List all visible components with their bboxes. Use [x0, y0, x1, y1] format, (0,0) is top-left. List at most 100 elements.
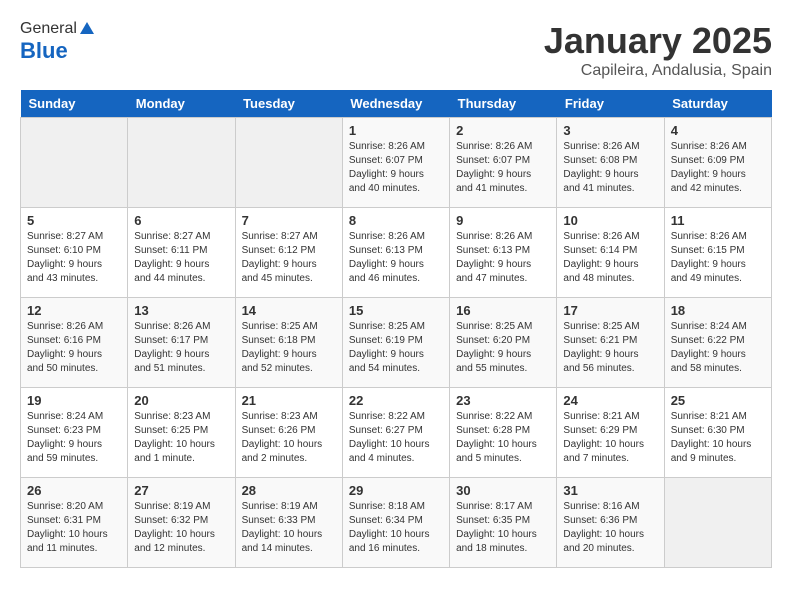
day-number: 3	[563, 123, 657, 138]
day-number: 1	[349, 123, 443, 138]
day-number: 7	[242, 213, 336, 228]
calendar-cell	[235, 118, 342, 208]
calendar-cell: 29 Sunrise: 8:18 AM Sunset: 6:34 PM Dayli…	[342, 478, 449, 568]
day-info: Sunrise: 8:22 AM Sunset: 6:27 PM Dayligh…	[349, 410, 443, 466]
calendar-week-4: 19 Sunrise: 8:24 AM Sunset: 6:23 PM Dayli…	[21, 388, 772, 478]
day-number: 2	[456, 123, 550, 138]
day-info: Sunrise: 8:26 AM Sunset: 6:13 PM Dayligh…	[456, 230, 550, 286]
day-info: Sunrise: 8:23 AM Sunset: 6:26 PM Dayligh…	[242, 410, 336, 466]
day-number: 26	[27, 483, 121, 498]
calendar-cell: 31Sunrise: 8:16 AM Sunset: 6:36 PM Dayli…	[557, 478, 664, 568]
day-number: 9	[456, 213, 550, 228]
day-number: 5	[27, 213, 121, 228]
month-title: January 2025	[544, 20, 772, 62]
day-info: Sunrise: 8:27 AM Sunset: 6:10 PM Dayligh…	[27, 230, 121, 286]
day-info: Sunrise: 8:26 AM Sunset: 6:14 PM Dayligh…	[563, 230, 657, 286]
calendar-cell: 13 Sunrise: 8:26 AM Sunset: 6:17 PM Dayli…	[128, 298, 235, 388]
location-subtitle: Capileira, Andalusia, Spain	[544, 62, 772, 80]
title-block: January 2025 Capileira, Andalusia, Spain	[544, 20, 772, 80]
calendar-cell: 4Sunrise: 8:26 AM Sunset: 6:09 PM Daylig…	[664, 118, 771, 208]
calendar-cell	[128, 118, 235, 208]
day-number: 17	[563, 303, 657, 318]
calendar-cell: 20Sunrise: 8:23 AM Sunset: 6:25 PM Dayli…	[128, 388, 235, 478]
calendar-week-5: 26 Sunrise: 8:20 AM Sunset: 6:31 PM Dayli…	[21, 478, 772, 568]
page-header: General Blue January 2025 Capileira, And…	[20, 20, 772, 80]
day-number: 6	[134, 213, 228, 228]
calendar-header: Sunday Monday Tuesday Wednesday Thursday…	[21, 90, 772, 118]
day-info: Sunrise: 8:27 AM Sunset: 6:11 PM Dayligh…	[134, 230, 228, 286]
calendar-cell: 8 Sunrise: 8:26 AM Sunset: 6:13 PM Daylig…	[342, 208, 449, 298]
calendar-cell: 28 Sunrise: 8:19 AM Sunset: 6:33 PM Dayli…	[235, 478, 342, 568]
day-number: 13	[134, 303, 228, 318]
header-wednesday: Wednesday	[342, 90, 449, 118]
calendar-cell: 22Sunrise: 8:22 AM Sunset: 6:27 PM Dayli…	[342, 388, 449, 478]
day-number: 10	[563, 213, 657, 228]
logo-general-text: General	[20, 20, 77, 38]
day-info: Sunrise: 8:16 AM Sunset: 6:36 PM Dayligh…	[563, 500, 657, 556]
day-number: 25	[671, 393, 765, 408]
day-number: 27	[134, 483, 228, 498]
calendar-cell: 6 Sunrise: 8:27 AM Sunset: 6:11 PM Daylig…	[128, 208, 235, 298]
calendar-cell: 15 Sunrise: 8:25 AM Sunset: 6:19 PM Dayli…	[342, 298, 449, 388]
calendar-cell: 11Sunrise: 8:26 AM Sunset: 6:15 PM Dayli…	[664, 208, 771, 298]
day-info: Sunrise: 8:26 AM Sunset: 6:08 PM Dayligh…	[563, 140, 657, 196]
day-info: Sunrise: 8:26 AM Sunset: 6:13 PM Dayligh…	[349, 230, 443, 286]
day-info: Sunrise: 8:25 AM Sunset: 6:18 PM Dayligh…	[242, 320, 336, 376]
calendar-cell: 3 Sunrise: 8:26 AM Sunset: 6:08 PM Daylig…	[557, 118, 664, 208]
day-info: Sunrise: 8:26 AM Sunset: 6:15 PM Dayligh…	[671, 230, 765, 286]
day-info: Sunrise: 8:24 AM Sunset: 6:23 PM Dayligh…	[27, 410, 121, 466]
day-info: Sunrise: 8:26 AM Sunset: 6:07 PM Dayligh…	[456, 140, 550, 196]
logo-icon	[78, 20, 96, 38]
calendar-week-1: 1 Sunrise: 8:26 AM Sunset: 6:07 PM Daylig…	[21, 118, 772, 208]
day-number: 30	[456, 483, 550, 498]
day-number: 23	[456, 393, 550, 408]
calendar-cell: 21 Sunrise: 8:23 AM Sunset: 6:26 PM Dayli…	[235, 388, 342, 478]
day-number: 29	[349, 483, 443, 498]
day-number: 15	[349, 303, 443, 318]
calendar-cell	[664, 478, 771, 568]
calendar-cell: 17Sunrise: 8:25 AM Sunset: 6:21 PM Dayli…	[557, 298, 664, 388]
day-info: Sunrise: 8:19 AM Sunset: 6:32 PM Dayligh…	[134, 500, 228, 556]
calendar-cell: 10 Sunrise: 8:26 AM Sunset: 6:14 PM Dayli…	[557, 208, 664, 298]
calendar-week-2: 5 Sunrise: 8:27 AM Sunset: 6:10 PM Daylig…	[21, 208, 772, 298]
day-number: 12	[27, 303, 121, 318]
header-thursday: Thursday	[450, 90, 557, 118]
calendar-week-3: 12 Sunrise: 8:26 AM Sunset: 6:16 PM Dayli…	[21, 298, 772, 388]
day-info: Sunrise: 8:17 AM Sunset: 6:35 PM Dayligh…	[456, 500, 550, 556]
day-info: Sunrise: 8:18 AM Sunset: 6:34 PM Dayligh…	[349, 500, 443, 556]
day-number: 19	[27, 393, 121, 408]
day-info: Sunrise: 8:19 AM Sunset: 6:33 PM Dayligh…	[242, 500, 336, 556]
calendar-cell: 19 Sunrise: 8:24 AM Sunset: 6:23 PM Dayli…	[21, 388, 128, 478]
day-info: Sunrise: 8:26 AM Sunset: 6:17 PM Dayligh…	[134, 320, 228, 376]
calendar-cell: 16Sunrise: 8:25 AM Sunset: 6:20 PM Dayli…	[450, 298, 557, 388]
calendar-cell: 9 Sunrise: 8:26 AM Sunset: 6:13 PM Daylig…	[450, 208, 557, 298]
header-sunday: Sunday	[21, 90, 128, 118]
header-friday: Friday	[557, 90, 664, 118]
day-info: Sunrise: 8:21 AM Sunset: 6:29 PM Dayligh…	[563, 410, 657, 466]
day-number: 24	[563, 393, 657, 408]
day-number: 28	[242, 483, 336, 498]
calendar-cell: 7 Sunrise: 8:27 AM Sunset: 6:12 PM Daylig…	[235, 208, 342, 298]
day-number: 8	[349, 213, 443, 228]
calendar-cell: 5 Sunrise: 8:27 AM Sunset: 6:10 PM Daylig…	[21, 208, 128, 298]
calendar-cell: 26 Sunrise: 8:20 AM Sunset: 6:31 PM Dayli…	[21, 478, 128, 568]
calendar-cell: 30 Sunrise: 8:17 AM Sunset: 6:35 PM Dayli…	[450, 478, 557, 568]
day-info: Sunrise: 8:25 AM Sunset: 6:19 PM Dayligh…	[349, 320, 443, 376]
weekday-header-row: Sunday Monday Tuesday Wednesday Thursday…	[21, 90, 772, 118]
day-number: 21	[242, 393, 336, 408]
calendar-cell: 23Sunrise: 8:22 AM Sunset: 6:28 PM Dayli…	[450, 388, 557, 478]
logo: General Blue	[20, 20, 97, 64]
day-info: Sunrise: 8:21 AM Sunset: 6:30 PM Dayligh…	[671, 410, 765, 466]
calendar-cell: 12 Sunrise: 8:26 AM Sunset: 6:16 PM Dayli…	[21, 298, 128, 388]
day-number: 20	[134, 393, 228, 408]
day-info: Sunrise: 8:26 AM Sunset: 6:07 PM Dayligh…	[349, 140, 443, 196]
day-info: Sunrise: 8:26 AM Sunset: 6:16 PM Dayligh…	[27, 320, 121, 376]
header-monday: Monday	[128, 90, 235, 118]
day-info: Sunrise: 8:20 AM Sunset: 6:31 PM Dayligh…	[27, 500, 121, 556]
day-info: Sunrise: 8:27 AM Sunset: 6:12 PM Dayligh…	[242, 230, 336, 286]
day-number: 18	[671, 303, 765, 318]
header-saturday: Saturday	[664, 90, 771, 118]
calendar-cell: 24 Sunrise: 8:21 AM Sunset: 6:29 PM Dayli…	[557, 388, 664, 478]
day-info: Sunrise: 8:25 AM Sunset: 6:20 PM Dayligh…	[456, 320, 550, 376]
calendar-cell: 1 Sunrise: 8:26 AM Sunset: 6:07 PM Daylig…	[342, 118, 449, 208]
